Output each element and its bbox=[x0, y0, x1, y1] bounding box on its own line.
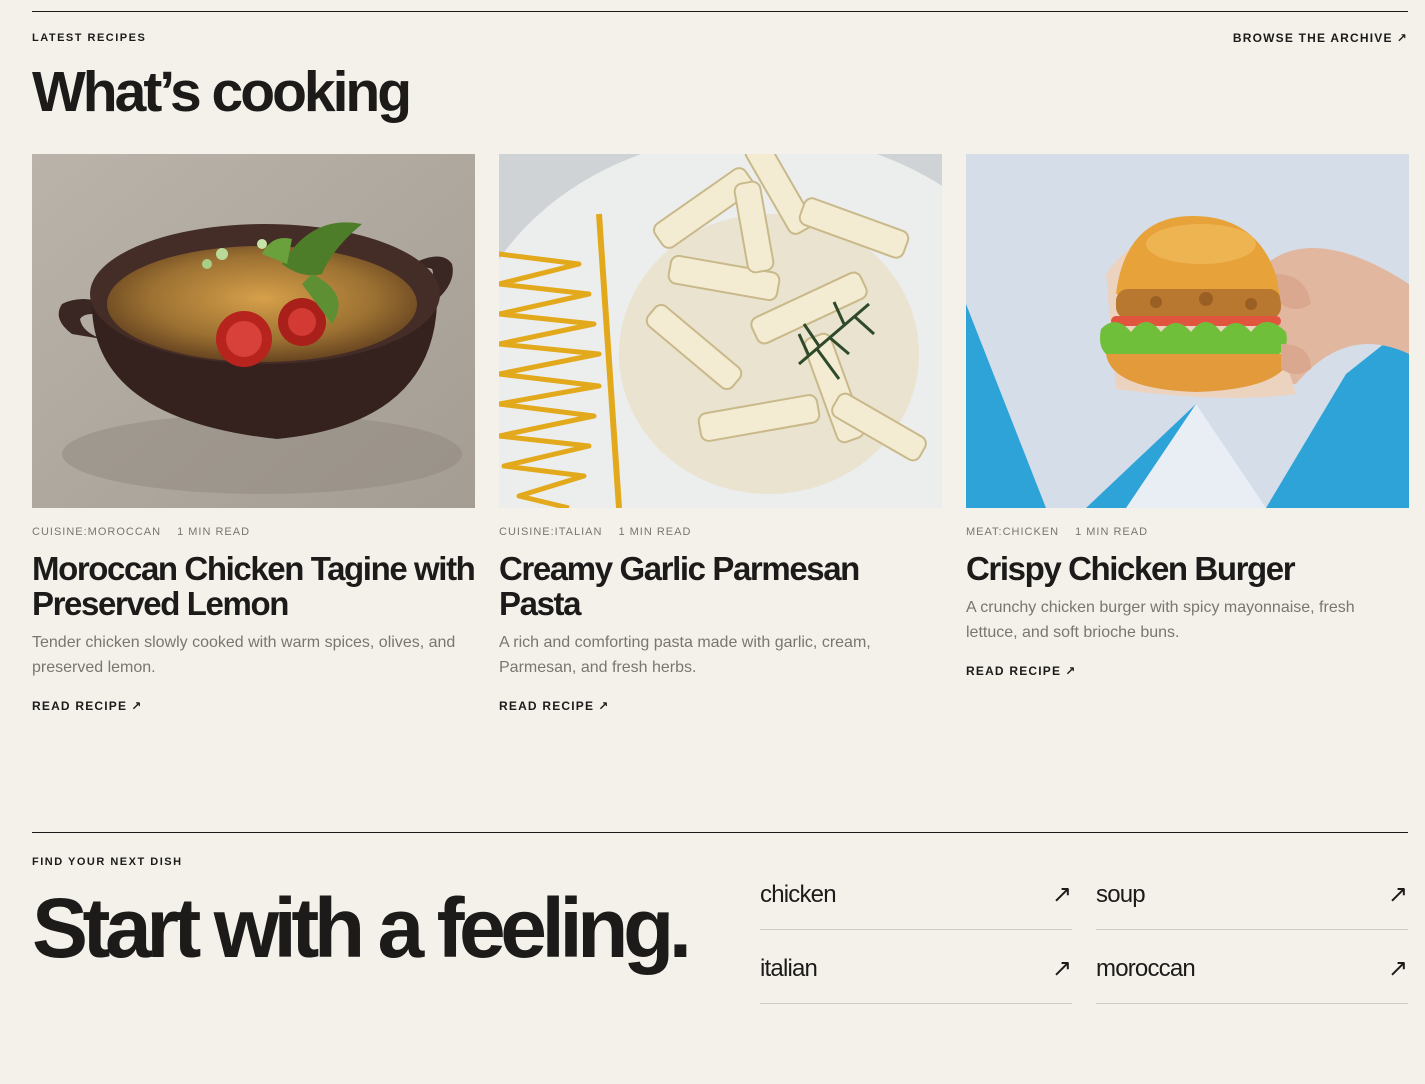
tag-grid: chicken ↗ soup ↗ italian ↗ moroccan ↗ bbox=[760, 856, 1408, 1004]
recipe-title[interactable]: Moroccan Chicken Tagine with Preserved L… bbox=[32, 551, 476, 621]
recipe-card-grid: CUISINE:MOROCCAN 1 MIN READ Moroccan Chi… bbox=[32, 154, 1409, 715]
read-recipe-link[interactable]: READ RECIPE ↗ bbox=[966, 664, 1076, 678]
recipe-image-pasta[interactable] bbox=[499, 154, 942, 508]
recipe-read-time: 1 MIN READ bbox=[618, 526, 692, 538]
section-divider bbox=[32, 0, 1408, 12]
discover-section: FIND YOUR NEXT DISH Start with a feeling… bbox=[32, 832, 1408, 1004]
arrow-up-right-icon: ↗ bbox=[1387, 881, 1408, 908]
recipe-read-time: 1 MIN READ bbox=[177, 526, 251, 538]
tag-link-moroccan[interactable]: moroccan ↗ bbox=[1096, 930, 1408, 1004]
recipe-meta: CUISINE:MOROCCAN 1 MIN READ bbox=[32, 525, 475, 539]
tag-link-chicken[interactable]: chicken ↗ bbox=[760, 856, 1072, 930]
recipe-image-burger[interactable] bbox=[966, 154, 1409, 508]
page-title: What’s cooking bbox=[32, 60, 412, 124]
latest-recipes-section: LATEST RECIPES BROWSE THE ARCHIVE ↗ What… bbox=[32, 0, 1409, 715]
read-recipe-label: READ RECIPE bbox=[499, 699, 595, 713]
recipe-description: A rich and comforting pasta made with ga… bbox=[499, 634, 871, 676]
arrow-up-right-icon: ↗ bbox=[1396, 31, 1408, 45]
arrow-up-right-icon: ↗ bbox=[1065, 664, 1077, 678]
section-divider bbox=[32, 832, 1408, 833]
recipe-category[interactable]: MEAT:CHICKEN bbox=[966, 526, 1059, 538]
recipe-read-time: 1 MIN READ bbox=[1075, 526, 1149, 538]
browse-archive-label: BROWSE THE ARCHIVE bbox=[1232, 31, 1393, 45]
read-recipe-label: READ RECIPE bbox=[32, 699, 128, 713]
tag-link-italian[interactable]: italian ↗ bbox=[760, 930, 1072, 1004]
recipe-meta: MEAT:CHICKEN 1 MIN READ bbox=[966, 525, 1409, 539]
arrow-up-right-icon: ↗ bbox=[598, 699, 610, 713]
recipe-card: CUISINE:ITALIAN 1 MIN READ Creamy Garlic… bbox=[499, 154, 942, 715]
recipe-card: CUISINE:MOROCCAN 1 MIN READ Moroccan Chi… bbox=[32, 154, 476, 715]
tag-label: soup bbox=[1096, 880, 1146, 908]
recipe-title[interactable]: Crispy Chicken Burger bbox=[966, 551, 1409, 586]
recipe-card: MEAT:CHICKEN 1 MIN READ Crispy Chicken B… bbox=[966, 154, 1409, 715]
recipe-description: A crunchy chicken burger with spicy mayo… bbox=[966, 599, 1355, 641]
recipe-category[interactable]: CUISINE:MOROCCAN bbox=[32, 526, 161, 538]
section-eyebrow: LATEST RECIPES bbox=[32, 32, 147, 44]
tag-label: moroccan bbox=[1096, 954, 1196, 982]
read-recipe-link[interactable]: READ RECIPE ↗ bbox=[499, 699, 609, 713]
recipe-image-tagine[interactable] bbox=[32, 154, 475, 508]
arrow-up-right-icon: ↗ bbox=[1051, 881, 1072, 908]
recipe-description: Tender chicken slowly cooked with warm s… bbox=[32, 634, 456, 676]
browse-archive-link[interactable]: BROWSE THE ARCHIVE ↗ bbox=[1233, 31, 1408, 45]
recipe-meta: CUISINE:ITALIAN 1 MIN READ bbox=[499, 525, 942, 539]
discover-headline: Start with a feeling. bbox=[32, 881, 692, 975]
tag-link-soup[interactable]: soup ↗ bbox=[1096, 856, 1408, 930]
recipe-title[interactable]: Creamy Garlic Parmesan Pasta bbox=[499, 551, 942, 621]
section-header: LATEST RECIPES BROWSE THE ARCHIVE ↗ bbox=[32, 31, 1408, 45]
read-recipe-link[interactable]: READ RECIPE ↗ bbox=[32, 699, 142, 713]
arrow-up-right-icon: ↗ bbox=[131, 699, 143, 713]
read-recipe-label: READ RECIPE bbox=[966, 664, 1062, 678]
recipe-category[interactable]: CUISINE:ITALIAN bbox=[499, 526, 602, 538]
tag-label: italian bbox=[760, 954, 818, 982]
arrow-up-right-icon: ↗ bbox=[1387, 955, 1408, 982]
tag-label: chicken bbox=[760, 880, 837, 908]
arrow-up-right-icon: ↗ bbox=[1051, 955, 1072, 982]
